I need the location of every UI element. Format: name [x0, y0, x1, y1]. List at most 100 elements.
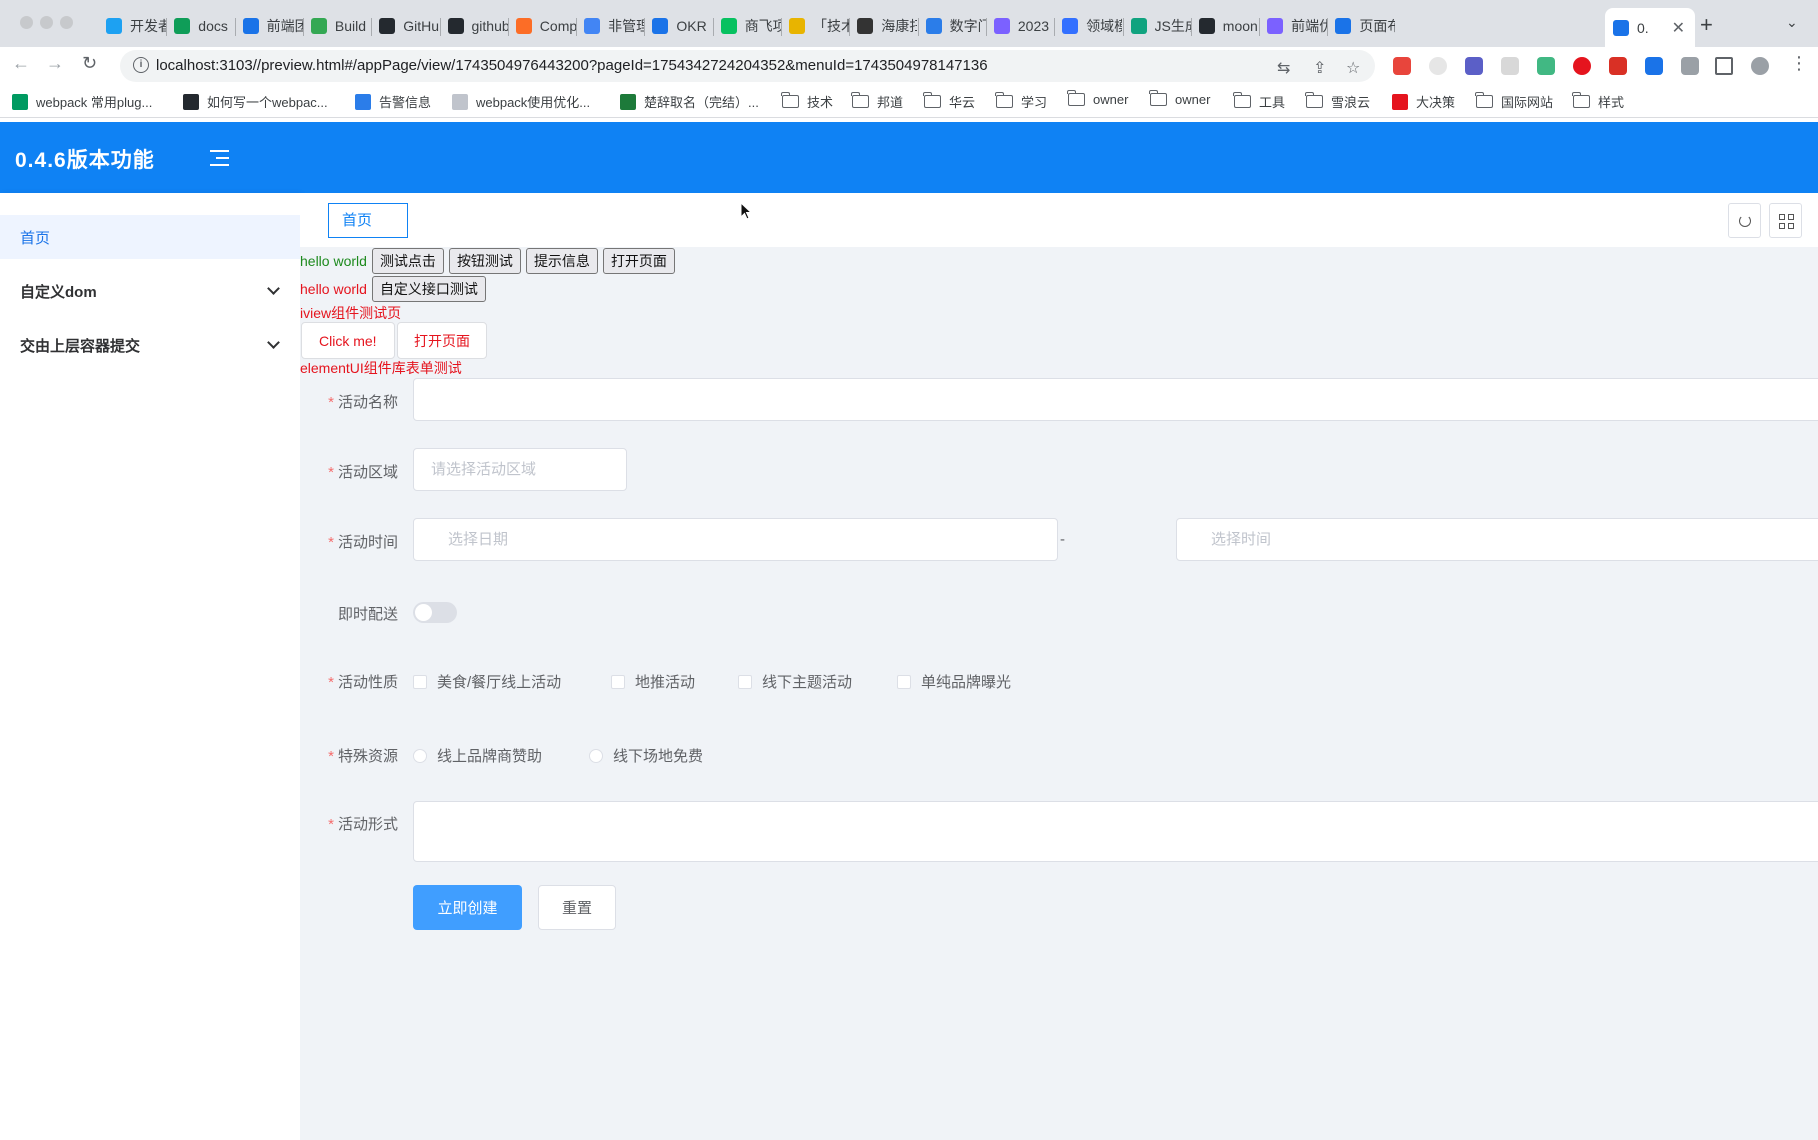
extensions-puzzle-icon[interactable] [1681, 57, 1699, 75]
tab-close-icon[interactable]: ✕ [1672, 18, 1685, 38]
browser-tab[interactable]: 前端优 [1259, 9, 1327, 43]
browser-tab[interactable]: 前端团 [234, 9, 303, 43]
bookmark-folder[interactable]: owner [1067, 90, 1128, 107]
address-url[interactable]: localhost:3103//preview.html#/appPage/vi… [156, 57, 988, 74]
forward-arrow-icon[interactable]: → [46, 53, 64, 74]
button-test-button[interactable]: 按钮测试 [448, 247, 521, 274]
bookmark-folder[interactable]: 工具 [1233, 92, 1285, 111]
bookmark-folder[interactable]: 雪浪云 [1305, 92, 1370, 111]
bookmark-item[interactable]: webpack使用优化... [452, 92, 590, 111]
click-me-button[interactable]: Click me! [301, 322, 395, 359]
browser-tab[interactable]: Comp [507, 9, 576, 43]
extension-x-icon[interactable] [1465, 57, 1483, 75]
browser-tab[interactable]: 2023 [985, 9, 1054, 43]
browser-menu-icon[interactable]: ⋮ [1790, 53, 1808, 74]
profile-avatar-icon[interactable] [1751, 57, 1769, 75]
bookmark-folder[interactable]: 样式 [1572, 92, 1624, 111]
extension-pinwheel-icon[interactable] [1393, 57, 1411, 75]
reset-button[interactable]: 重置 [538, 885, 616, 930]
window-zoom-dot[interactable] [60, 16, 73, 29]
browser-tab[interactable]: 商飞项 [712, 9, 781, 43]
iview-open-page-button[interactable]: 打开页面 [397, 322, 487, 359]
grid-icon[interactable] [1769, 203, 1802, 238]
browser-tab[interactable]: github [439, 9, 508, 43]
browser-tab[interactable]: Build [302, 9, 371, 43]
window-minimize-dot[interactable] [40, 16, 53, 29]
page-tab-bar: 首页 [300, 193, 1818, 247]
bookmark-item[interactable]: 告警信息 [355, 92, 431, 111]
window-close-dot[interactable] [20, 16, 33, 29]
type-option-ground[interactable]: 地推活动 [611, 671, 695, 692]
menu-collapse-icon[interactable] [210, 150, 229, 166]
bookmark-folder[interactable]: 国际网站 [1475, 92, 1553, 111]
refresh-icon[interactable] [1728, 203, 1761, 238]
bookmark-label: 如何写一个webpac... [207, 95, 328, 110]
tab-title: 前端优 [1291, 18, 1328, 34]
time-picker-input[interactable]: 选择时间 [1176, 518, 1818, 561]
browser-tab[interactable]: JS生成 [1122, 9, 1191, 43]
sidebar-item-custom-dom[interactable]: 自定义dom [0, 269, 300, 313]
element-section: elementUI组件库表单测试 [300, 358, 462, 378]
custom-api-test-button[interactable]: 自定义接口测试 [371, 275, 486, 302]
back-arrow-icon[interactable]: ← [12, 53, 30, 74]
bookmark-folder[interactable]: 邦道 [851, 92, 903, 111]
open-page-button[interactable]: 打开页面 [602, 247, 675, 274]
sidebar-item-home[interactable]: 首页 [0, 215, 300, 259]
browser-tab[interactable]: 海康扫 [849, 9, 917, 43]
test-click-button[interactable]: 测试点击 [371, 247, 444, 274]
tab-title: 前端团 [266, 18, 303, 34]
bookmark-item[interactable]: 楚辞取名（完结）... [620, 92, 759, 111]
activity-name-input[interactable] [413, 378, 1818, 421]
type-option-offline[interactable]: 线下主题活动 [738, 671, 852, 692]
tip-info-button[interactable]: 提示信息 [525, 247, 598, 274]
new-tab-button[interactable]: + [1700, 12, 1713, 38]
side-panel-icon[interactable] [1715, 57, 1733, 75]
extension-vue-icon[interactable] [1537, 57, 1555, 75]
browser-tab[interactable]: 「技术 [781, 9, 849, 43]
extension-grey-icon[interactable] [1501, 57, 1519, 75]
element-title: elementUI组件库表单测试 [300, 360, 462, 376]
bookmark-folder[interactable]: 华云 [923, 92, 975, 111]
browser-tab[interactable]: 非管理 [576, 9, 644, 43]
extension-clock-icon[interactable] [1429, 57, 1447, 75]
bookmark-star-icon[interactable]: ☆ [1346, 58, 1360, 78]
type-option-food[interactable]: 美食/餐厅线上活动 [413, 671, 561, 692]
site-info-icon[interactable]: i [133, 57, 149, 73]
browser-tab[interactable]: docs [166, 9, 234, 43]
resource-option-offline[interactable]: 线下场地免费 [589, 745, 703, 766]
resource-option-online[interactable]: 线上品牌商赞助 [413, 745, 542, 766]
browser-tab[interactable]: 开发者 [98, 9, 166, 43]
browser-tab[interactable]: 数字门 [917, 9, 986, 43]
create-now-button[interactable]: 立即创建 [413, 885, 522, 930]
browser-tab[interactable]: OKR [644, 9, 712, 43]
tab-home[interactable]: 首页 [328, 203, 408, 238]
bookmark-folder[interactable]: 学习 [995, 92, 1047, 111]
bookmark-folder[interactable]: 技术 [781, 92, 833, 111]
bookmark-item[interactable]: 大决策 [1392, 92, 1455, 111]
browser-tab[interactable]: 领域模 [1054, 9, 1122, 43]
tab-title: OKR [676, 18, 707, 34]
activity-form-textarea[interactable] [413, 801, 1818, 862]
bookmark-item[interactable]: webpack 常用plug... [12, 92, 152, 111]
share-icon[interactable]: ⇪ [1313, 58, 1326, 78]
browser-tab[interactable]: 页面布 [1327, 9, 1395, 43]
bookmark-label: 告警信息 [379, 95, 432, 110]
extension-dice-icon[interactable] [1609, 57, 1627, 75]
browser-tab-active[interactable]: 0. ✕ [1605, 8, 1695, 47]
type-option-brand[interactable]: 单纯品牌曝光 [897, 671, 1011, 692]
browser-tab[interactable]: GitHub [371, 9, 439, 43]
activity-region-select[interactable]: 请选择活动区域 [413, 448, 627, 491]
extension-layers-icon[interactable] [1645, 57, 1663, 75]
tab-search-chevron-icon[interactable]: ⌄ [1786, 14, 1798, 31]
translate-icon[interactable]: ⇆ [1277, 58, 1290, 78]
sidebar-item-parent-submit[interactable]: 交由上层容器提交 [0, 323, 300, 367]
extension-pocket-icon[interactable] [1573, 57, 1591, 75]
tab-title: GitHub [403, 18, 439, 34]
address-bar[interactable]: i localhost:3103//preview.html#/appPage/… [120, 50, 1375, 82]
bookmark-folder[interactable]: owner [1149, 90, 1210, 107]
date-picker-input[interactable]: 选择日期 [413, 518, 1058, 561]
delivery-switch[interactable] [413, 602, 457, 623]
reload-icon[interactable]: ↻ [82, 53, 97, 74]
bookmark-item[interactable]: 如何写一个webpac... [183, 92, 328, 111]
browser-tab[interactable]: moon [1190, 9, 1259, 43]
